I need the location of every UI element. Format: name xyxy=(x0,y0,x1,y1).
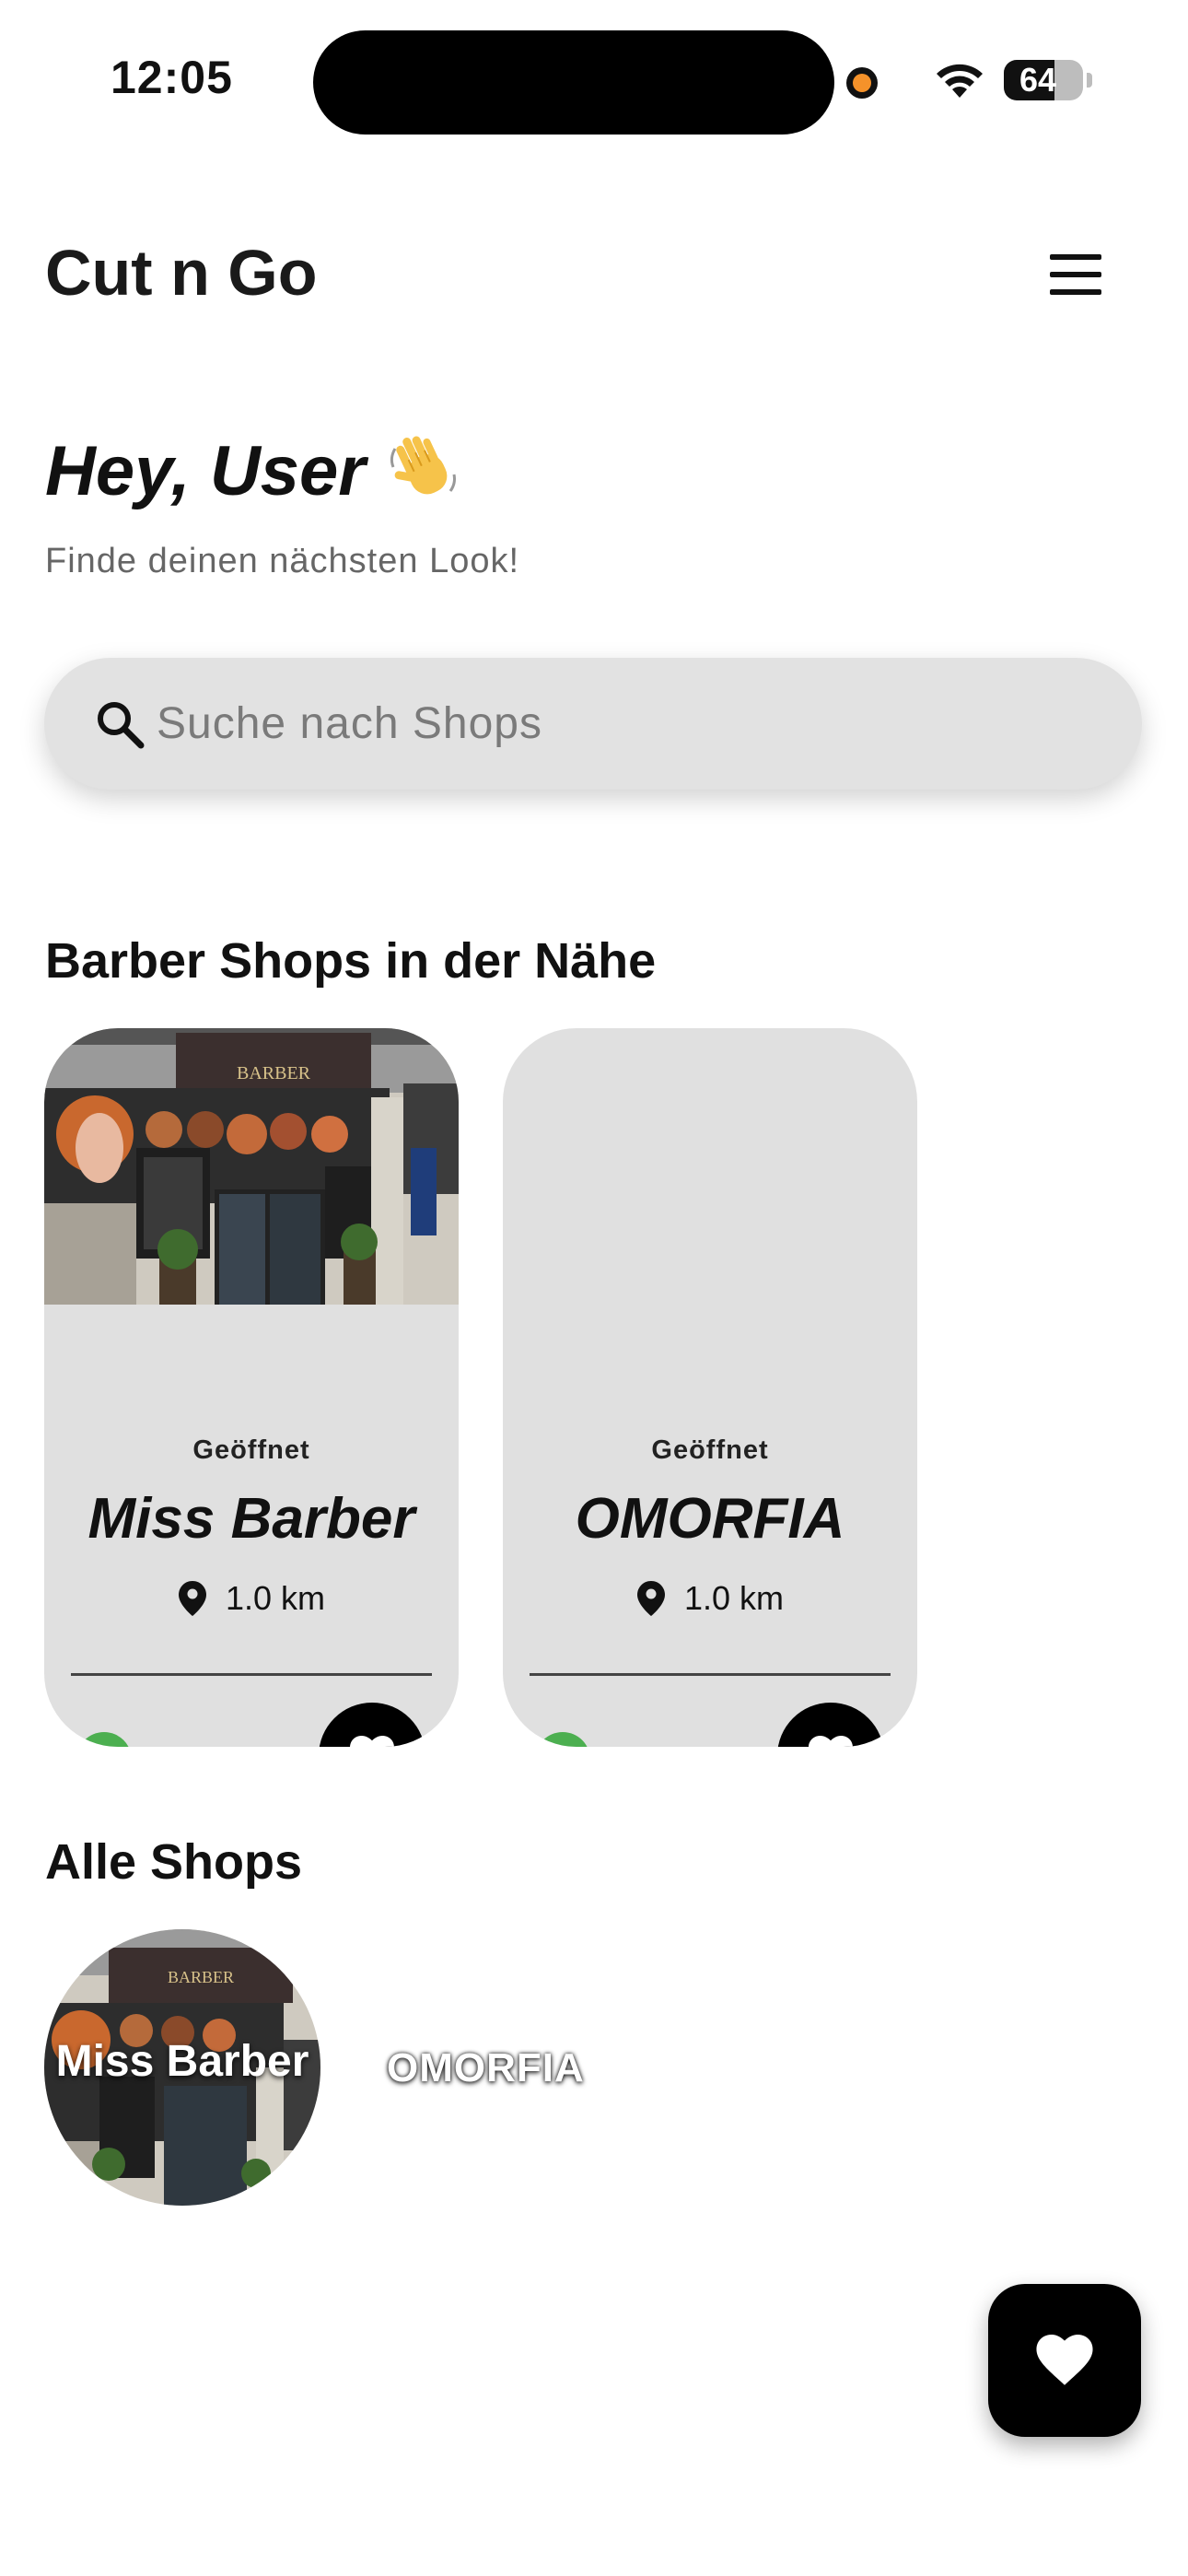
card-wait-time: 10-15min xyxy=(613,1741,751,1747)
heart-icon xyxy=(1036,2335,1093,2385)
heart-icon xyxy=(350,1736,394,1747)
card-shop-name: Miss Barber xyxy=(87,1487,415,1551)
wifi-icon xyxy=(932,59,987,104)
battery-level: 64 xyxy=(1019,61,1057,99)
location-pin-icon xyxy=(636,1581,665,1616)
greeting: Hey, User xyxy=(45,431,461,511)
shop-circle-miss-barber[interactable]: BARBER Miss Barber xyxy=(44,1929,320,2206)
status-time: 12:05 xyxy=(111,52,233,103)
card-divider xyxy=(530,1673,891,1676)
greeting-subtitle: Finde deinen nächsten Look! xyxy=(45,542,520,580)
shop-image: BARBER xyxy=(44,1028,459,1305)
svg-text:BARBER: BARBER xyxy=(168,1968,234,1986)
card-distance: 1.0 km xyxy=(225,1579,326,1617)
favorites-fab[interactable] xyxy=(988,2284,1141,2437)
card-shop-name: OMORFIA xyxy=(575,1487,845,1551)
search-icon xyxy=(94,698,146,755)
shop-circle-label: Miss Barber xyxy=(55,2037,309,2086)
card-distance-row: 1.0 km xyxy=(503,1579,917,1618)
home-indicator xyxy=(424,2545,764,2556)
menu-icon[interactable] xyxy=(1048,254,1103,295)
recording-indicator-icon xyxy=(846,67,878,99)
favorite-button[interactable] xyxy=(319,1703,425,1747)
card-status: Geöffnet xyxy=(192,1435,310,1465)
location-pin-icon xyxy=(178,1581,206,1616)
search-input[interactable] xyxy=(155,658,1076,790)
card-distance-row: 1.0 km xyxy=(44,1579,459,1618)
dynamic-island xyxy=(313,30,834,135)
card-status: Geöffnet xyxy=(651,1435,769,1465)
card-divider xyxy=(71,1673,432,1676)
shop-link-omorfia[interactable]: OMORFIA xyxy=(387,2045,585,2091)
svg-text:BARBER: BARBER xyxy=(237,1063,311,1083)
heart-icon xyxy=(809,1736,853,1747)
all-shops-section-title: Alle Shops xyxy=(45,1834,303,1890)
search-bar[interactable] xyxy=(44,658,1142,790)
greeting-title: Hey, User xyxy=(45,432,366,510)
battery-icon: 64 xyxy=(1004,60,1083,100)
app-title: Cut n Go xyxy=(45,237,318,309)
open-status-dot xyxy=(535,1732,590,1747)
battery-cap xyxy=(1087,73,1092,88)
shop-card-miss-barber[interactable]: BARBER Geöffnet Miss Barber 1.0 km xyxy=(44,1028,459,1747)
waving-hand-icon xyxy=(386,430,461,510)
shop-card-omorfia[interactable]: Geöffnet OMORFIA 1.0 km 10-15min xyxy=(503,1028,917,1747)
favorite-button[interactable] xyxy=(777,1703,884,1747)
open-status-dot xyxy=(76,1732,132,1747)
nearby-section-title: Barber Shops in der Nähe xyxy=(45,933,657,989)
card-distance: 1.0 km xyxy=(683,1579,785,1617)
card-wait-time: 10-15min xyxy=(155,1741,293,1747)
